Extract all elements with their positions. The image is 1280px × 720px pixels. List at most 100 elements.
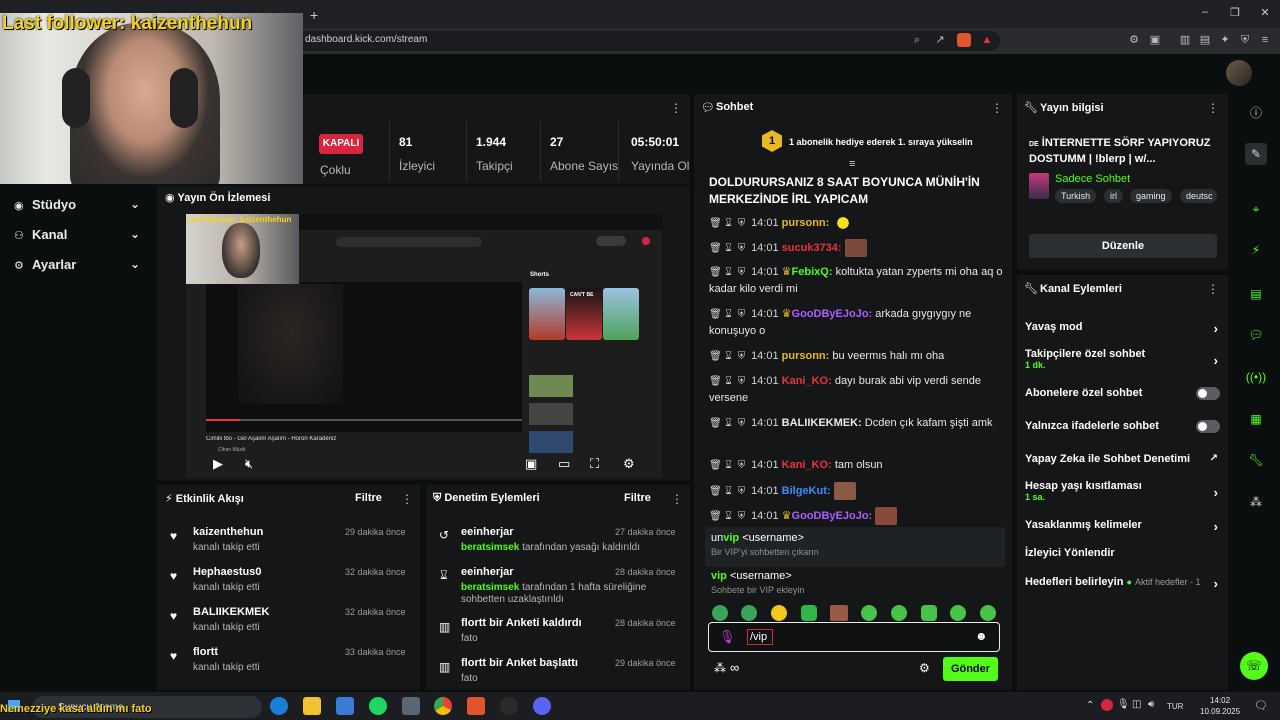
emoji-10[interactable] xyxy=(980,605,996,621)
emoji-4[interactable] xyxy=(801,605,817,621)
nav-item-settings[interactable]: ⚙ Ayarlar ⌄ xyxy=(14,257,144,277)
mod-actor[interactable]: beratsimsek xyxy=(461,582,519,593)
action-set-goals[interactable]: Hedefleri belirleyin ● Aktif hedefler - … xyxy=(1025,576,1220,591)
vpn-icon[interactable]: ⛨ xyxy=(1238,33,1252,47)
emoji-1[interactable] xyxy=(712,605,728,621)
delete-icon[interactable]: 🗑︎ xyxy=(709,508,722,525)
more-options-icon[interactable]: ⋮ xyxy=(670,101,682,115)
calculator-icon[interactable] xyxy=(402,697,420,715)
category-thumbnail[interactable] xyxy=(1029,173,1049,199)
activity-filter-button[interactable]: Filtre xyxy=(355,492,382,504)
nav-item-channel[interactable]: ⚇ Kanal ⌄ xyxy=(14,227,144,247)
timeout-icon[interactable]: ⌛︎ xyxy=(722,215,735,232)
taskbar-clock[interactable]: 14:02 10.09.2025 xyxy=(1200,695,1240,717)
tray-chevron-icon[interactable]: ⌃ xyxy=(1086,700,1094,711)
action-host[interactable]: İzleyici Yönlendir xyxy=(1025,547,1220,559)
command-vip[interactable]: vip <username> xyxy=(711,570,792,582)
mod-actor[interactable]: beratsimsek xyxy=(461,542,519,553)
menu-icon[interactable]: ≡ xyxy=(1258,33,1272,47)
message-user[interactable]: Kani_KO xyxy=(782,375,828,387)
timeout-icon[interactable]: ⌛︎ xyxy=(722,508,735,525)
collapse-pin-icon[interactable]: ≡ xyxy=(849,158,855,170)
document-icon[interactable]: ▤ xyxy=(1245,283,1267,305)
timeout-icon[interactable]: ⌛︎ xyxy=(722,264,735,281)
avatar[interactable] xyxy=(1226,60,1252,86)
activity-user[interactable]: flortt xyxy=(193,646,218,658)
more-options-icon[interactable]: ⋮ xyxy=(401,492,413,506)
gear-icon[interactable]: ⚙ xyxy=(623,456,635,472)
tag[interactable]: Turkish xyxy=(1055,189,1097,203)
shield-icon[interactable]: ⛨ xyxy=(735,508,748,525)
pencil-icon[interactable]: ✎ xyxy=(1245,143,1267,165)
delete-icon[interactable]: 🗑︎ xyxy=(709,373,722,390)
timeout-icon[interactable]: ⌛︎ xyxy=(722,373,735,390)
action-emotes-only[interactable]: Yalnızca ifadelerle sohbet xyxy=(1025,420,1220,433)
more-options-icon[interactable]: ⋮ xyxy=(1207,282,1219,296)
delete-icon[interactable]: 🗑︎ xyxy=(709,348,722,365)
rewards-icon[interactable]: ▲ xyxy=(980,33,994,47)
emoji-7[interactable] xyxy=(891,605,907,621)
tag[interactable]: deutsc xyxy=(1180,189,1217,203)
explorer-icon[interactable] xyxy=(303,697,321,715)
tray-language[interactable]: TUR xyxy=(1167,702,1183,711)
activity-user[interactable]: Hephaestus0 xyxy=(193,566,261,578)
action-account-age[interactable]: Hesap yaşı kısıtlaması 1 sa. › xyxy=(1025,480,1220,502)
activity-user[interactable]: kaizenthehun xyxy=(193,526,263,538)
message-user[interactable]: Kani_KO xyxy=(782,459,828,471)
category-link[interactable]: Sadece Sohbet xyxy=(1055,173,1130,185)
infinity-icon[interactable]: ∞ xyxy=(730,660,739,675)
emoji-6[interactable] xyxy=(861,605,877,621)
emotes-only-toggle[interactable] xyxy=(1196,420,1220,433)
moderation-filter-button[interactable]: Filtre xyxy=(624,492,651,504)
timeout-icon[interactable]: ⌛︎ xyxy=(722,457,735,474)
community-icon[interactable]: ⁂ xyxy=(1245,491,1267,513)
gear-icon[interactable]: ⚙ xyxy=(919,661,930,675)
chat-bubble-icon[interactable]: 💬︎ xyxy=(1245,324,1267,346)
action-ai-moderation[interactable]: Yapay Zeka ile Sohbet Denetimi ↗ xyxy=(1025,453,1220,465)
shield-icon[interactable]: ⛨ xyxy=(735,415,748,432)
chat-input-value[interactable]: /vip xyxy=(747,629,773,645)
fullscreen-icon[interactable]: ⛶ xyxy=(590,456,599,472)
delete-icon[interactable]: 🗑︎ xyxy=(709,240,722,257)
obs-icon[interactable] xyxy=(500,697,518,715)
more-options-icon[interactable]: ⋮ xyxy=(991,101,1003,115)
timeout-icon[interactable]: ⌛︎ xyxy=(722,415,735,432)
emoji-2[interactable] xyxy=(741,605,757,621)
action-subscribers-only[interactable]: Abonelere özel sohbet xyxy=(1025,387,1220,400)
mod-user[interactable]: flortt xyxy=(461,617,486,629)
delete-icon[interactable]: 🗑︎ xyxy=(709,483,722,500)
emoji-picker-icon[interactable]: ☻ xyxy=(975,629,988,643)
command-unvip[interactable]: unvip <username> xyxy=(711,532,804,544)
action-followers-only[interactable]: Takipçilere özel sohbet 1 dk. › xyxy=(1025,348,1220,370)
share-icon[interactable]: ↗ xyxy=(933,33,947,47)
new-tab-button[interactable]: + xyxy=(310,7,324,23)
emoji-8[interactable] xyxy=(921,605,937,621)
nav-item-studio[interactable]: ◉ Stüdyo ⌄ xyxy=(14,197,144,217)
brave-icon[interactable] xyxy=(467,697,485,715)
leo-icon[interactable]: ✦ xyxy=(1218,33,1232,47)
edit-button[interactable]: Düzenle xyxy=(1029,234,1217,258)
goal-text[interactable]: 1 abonelik hediye ederek 1. sıraya yükse… xyxy=(789,137,973,147)
picture-in-picture-icon[interactable]: ▣ xyxy=(525,456,537,472)
emoji-5[interactable] xyxy=(830,605,848,621)
message-user[interactable]: GooDByEJoJo xyxy=(792,510,869,522)
spotify-icon[interactable] xyxy=(369,697,387,715)
message-user[interactable]: FebixQ xyxy=(792,266,829,278)
subscribers-only-toggle[interactable] xyxy=(1196,387,1220,400)
url-text[interactable]: dashboard.kick.com/stream xyxy=(305,34,427,45)
shield-icon[interactable]: ⛨ xyxy=(735,306,748,323)
tag[interactable]: gaming xyxy=(1130,189,1172,203)
minimize-icon[interactable]: – xyxy=(1198,6,1212,20)
shield-icon[interactable]: ⛨ xyxy=(735,483,748,500)
microphone-icon[interactable]: 🎙︎ xyxy=(719,629,736,645)
store-icon[interactable] xyxy=(336,697,354,715)
message-user[interactable]: sucuk3734 xyxy=(782,242,838,254)
action-slow-mode[interactable]: Yavaş mod › xyxy=(1025,321,1220,336)
kick-points-icon[interactable]: ⁂ xyxy=(714,661,726,675)
broadcast-icon[interactable]: ((•)) xyxy=(1245,366,1267,388)
emoji-9[interactable] xyxy=(950,605,966,621)
shield-icon[interactable]: ⛨ xyxy=(735,240,748,257)
more-options-icon[interactable]: ⋮ xyxy=(671,492,683,506)
discord-icon[interactable] xyxy=(533,697,551,715)
tab-icon[interactable]: ▣ xyxy=(1148,33,1162,47)
